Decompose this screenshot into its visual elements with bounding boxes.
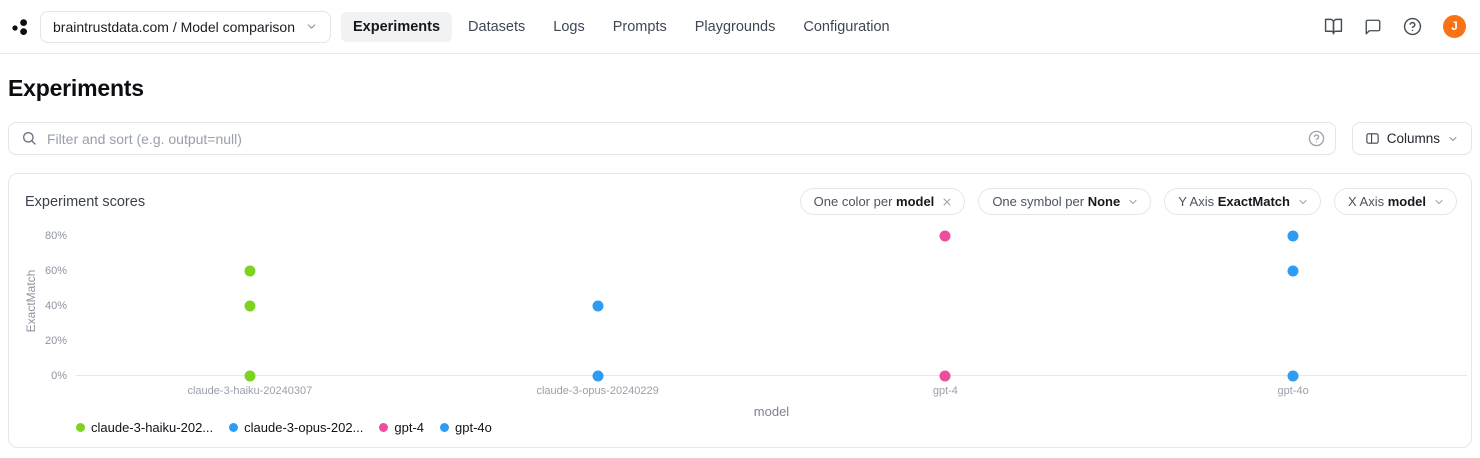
chip-value: model: [896, 194, 935, 209]
x-axis-labels: claude-3-haiku-20240307 claude-3-opus-202…: [76, 385, 1467, 399]
plot-area: [76, 224, 1467, 382]
feedback-icon[interactable]: [1364, 18, 1382, 36]
legend-item[interactable]: claude-3-opus-202...: [229, 420, 363, 435]
top-bar: braintrustdata.com / Model comparison Ex…: [0, 0, 1480, 54]
tab-experiments[interactable]: Experiments: [341, 11, 453, 42]
tab-datasets[interactable]: Datasets: [456, 12, 537, 42]
legend-swatch-icon: [229, 423, 239, 432]
filter-row: Columns: [8, 122, 1472, 155]
legend-item[interactable]: claude-3-haiku-202...: [76, 420, 213, 435]
data-point[interactable]: [1287, 370, 1299, 382]
data-point[interactable]: [592, 370, 604, 382]
experiment-scores-panel: Experiment scores One color per model One…: [8, 173, 1472, 448]
tab-prompts[interactable]: Prompts: [601, 12, 679, 42]
data-point[interactable]: [244, 370, 256, 382]
chevron-down-icon[interactable]: [1127, 196, 1139, 208]
data-point[interactable]: [244, 265, 256, 277]
chart-chip-model[interactable]: X Axis model: [1333, 188, 1457, 215]
data-point[interactable]: [939, 370, 951, 382]
chevron-down-icon[interactable]: [1297, 196, 1309, 208]
legend-label: claude-3-haiku-202...: [91, 420, 214, 435]
columns-button-label: Columns: [1386, 131, 1440, 146]
braintrust-logo-icon: [12, 18, 27, 35]
y-axis-tick-label: 80%: [44, 230, 67, 242]
chip-value: None: [1087, 194, 1121, 209]
project-breadcrumb[interactable]: braintrustdata.com / Model comparison: [40, 10, 331, 43]
y-axis-tick-label: 40%: [44, 300, 67, 312]
legend-item[interactable]: gpt-4o: [440, 420, 492, 435]
panel-title: Experiment scores: [25, 193, 146, 210]
tab-playgrounds[interactable]: Playgrounds: [683, 12, 788, 42]
legend-swatch-icon: [76, 423, 85, 432]
legend-item[interactable]: gpt-4: [379, 420, 424, 435]
y-axis-tick-label: 60%: [44, 265, 67, 277]
chart-legend: claude-3-haiku-202... claude-3-opus-202..…: [76, 420, 492, 435]
chip-label: Y Axis ExactMatch: [1178, 194, 1290, 209]
chart-config-chips: One color per model One symbol per None Y …: [799, 188, 1457, 215]
page-content: Experiments Columns Experiment scores On…: [0, 75, 1480, 448]
chart-chip-model[interactable]: One color per model: [799, 188, 966, 215]
chart-chip-none[interactable]: One symbol per None: [978, 188, 1152, 215]
columns-button[interactable]: Columns: [1351, 122, 1472, 155]
legend-label: claude-3-opus-202...: [244, 420, 364, 435]
chip-label: X Axis model: [1347, 194, 1426, 209]
chart-chip-exactmatch[interactable]: Y Axis ExactMatch: [1164, 188, 1321, 215]
x-axis-tick-label: claude-3-haiku-20240307: [187, 385, 313, 397]
chip-value: ExactMatch: [1217, 194, 1290, 209]
tab-configuration[interactable]: Configuration: [791, 12, 901, 42]
x-axis-tick-label: claude-3-opus-20240229: [536, 385, 659, 397]
y-axis-tick-label: 0%: [51, 370, 67, 382]
topbar-actions: J: [1324, 15, 1466, 38]
tab-logs[interactable]: Logs: [541, 12, 596, 42]
help-icon[interactable]: [1403, 17, 1422, 36]
chip-label: One symbol per None: [992, 194, 1121, 209]
chip-label: One color per model: [813, 194, 935, 209]
breadcrumb-label: braintrustdata.com / Model comparison: [53, 18, 295, 35]
chevron-down-icon[interactable]: [1433, 196, 1445, 208]
docs-icon[interactable]: [1324, 17, 1343, 36]
scatter-chart: ExactMatch 0% 20% 40% 60% 80% claude-3-haiku…: [9, 215, 1471, 449]
filter-box: [8, 122, 1336, 155]
x-axis-title: model: [753, 404, 790, 419]
chevron-down-icon: [1449, 136, 1457, 141]
user-avatar[interactable]: J: [1443, 15, 1466, 38]
legend-swatch-icon: [440, 423, 450, 432]
x-axis-tick-label: gpt-4: [932, 385, 958, 397]
chevron-down-icon: [307, 24, 316, 29]
data-point[interactable]: [592, 300, 604, 312]
filter-input[interactable]: [8, 122, 1336, 155]
columns-icon: [1366, 133, 1379, 144]
filter-help-icon[interactable]: [1308, 130, 1325, 150]
y-axis-tick-label: 20%: [44, 335, 67, 347]
chip-value: model: [1387, 194, 1426, 209]
close-icon[interactable]: [941, 196, 953, 208]
data-point[interactable]: [1287, 230, 1299, 242]
legend-label: gpt-4: [394, 420, 425, 435]
page-title: Experiments: [8, 75, 144, 101]
legend-label: gpt-4o: [455, 420, 492, 435]
data-point[interactable]: [939, 230, 951, 242]
panel-header: Experiment scores One color per model One…: [9, 174, 1471, 215]
data-point[interactable]: [1287, 265, 1299, 277]
legend-swatch-icon: [379, 423, 389, 432]
y-axis-ticks: 0% 20% 40% 60% 80%: [9, 224, 67, 382]
x-axis-tick-label: gpt-4o: [1277, 385, 1309, 397]
main-nav-tabs: Experiments Datasets Logs Prompts Playground…: [341, 11, 902, 42]
data-point[interactable]: [244, 300, 256, 312]
